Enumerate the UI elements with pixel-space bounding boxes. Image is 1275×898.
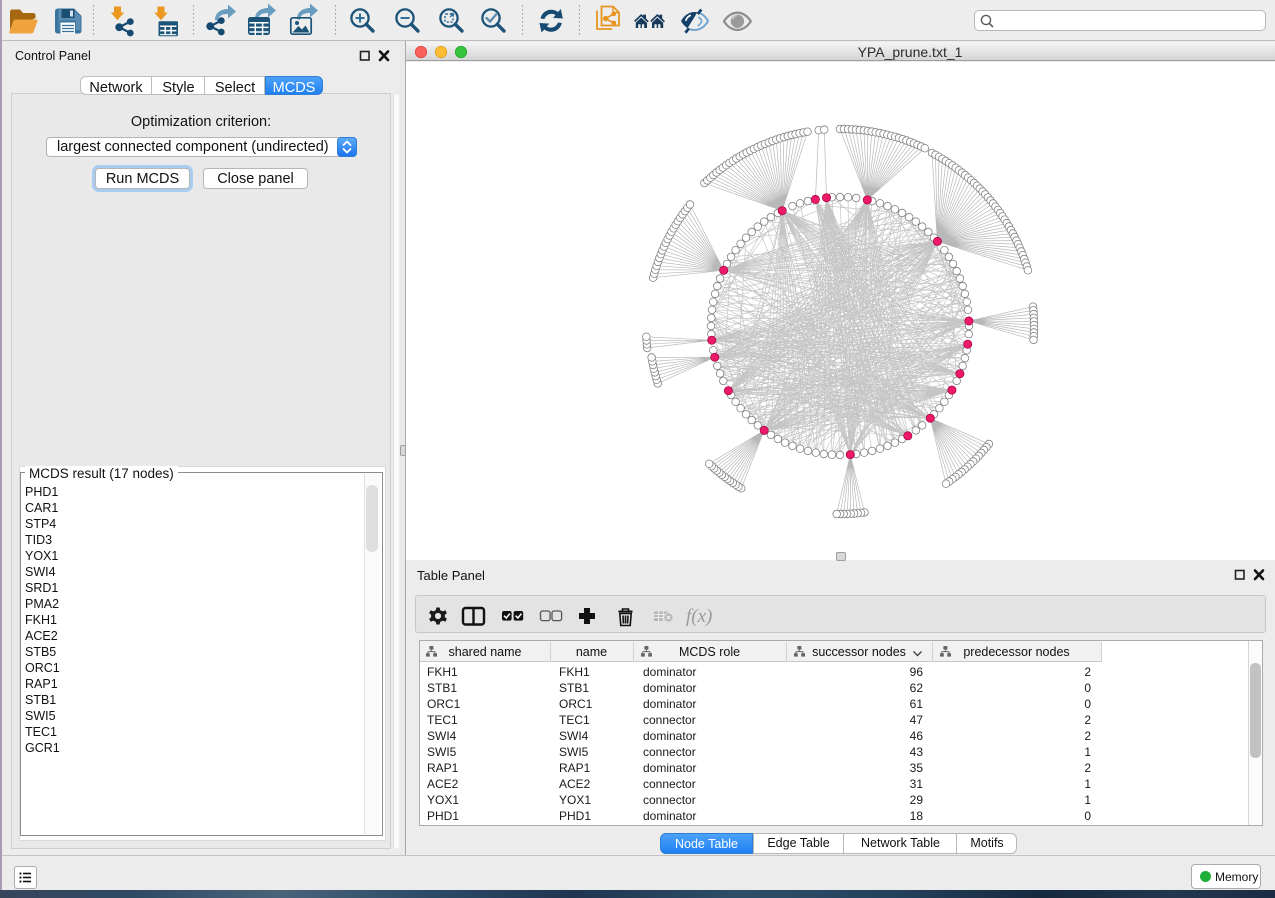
svg-text:f(x): f(x) <box>686 606 712 627</box>
